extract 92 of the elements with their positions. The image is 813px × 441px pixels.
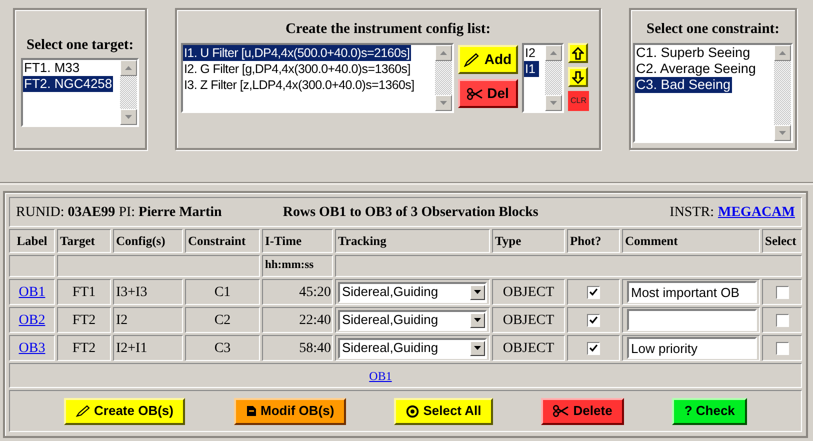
list-option[interactable]: I2. G Filter [g,DP4,4x(300.0+40.0)s=1360s] [183, 61, 412, 77]
list-box[interactable]: I1. U Filter [u,DP4,4x(500.0+40.0)s=2160s] I2. G Filter [g,DP4,4x(300.0+40.0)s=1360s] I3. Z Filter [z,LDP4,4x(300.0+40.0)s=1360s] [181, 43, 454, 113]
delete-button[interactable]: Delete [541, 398, 624, 424]
table-cell: 45:20 [262, 279, 333, 305]
arrow-down-icon [550, 101, 557, 105]
comment-field[interactable] [627, 309, 757, 331]
checkbox[interactable] [776, 342, 788, 354]
pencil-icon [464, 52, 480, 66]
checkbox[interactable] [776, 286, 788, 298]
target-icon [406, 404, 420, 418]
tracking-dropdown[interactable]: Sidereal,Guiding [338, 310, 487, 330]
list-option[interactable]: C1. Superb Seeing [635, 45, 752, 61]
table-cell: FT2 [57, 335, 111, 361]
table-cell: FT1 [57, 279, 111, 305]
arrow-up-icon [440, 51, 447, 55]
scrollbar[interactable] [120, 60, 137, 125]
list-option[interactable]: I1 [524, 61, 540, 77]
table-cell: OBJECT [492, 335, 565, 361]
column-header: Select [762, 229, 802, 253]
checkbox[interactable] [776, 314, 788, 326]
move-down-button[interactable] [568, 67, 588, 87]
panel-title: Select one target: [26, 36, 134, 54]
list-option[interactable]: FT1. M33 [23, 60, 81, 76]
column-header: Comment [622, 229, 760, 253]
column-header: Label [9, 229, 55, 253]
column-header: Constraint [185, 229, 260, 253]
list-option[interactable]: I2 [524, 45, 540, 61]
delete-button[interactable]: Del [458, 79, 518, 108]
arrow-up-icon [550, 51, 557, 55]
column-header: Config(s) [113, 229, 183, 253]
select-all-button[interactable]: Select All [394, 398, 494, 424]
table-cell: I3+I3 [113, 279, 183, 305]
checkbox[interactable] [587, 286, 600, 298]
comment-field[interactable]: Most important OB [627, 281, 757, 303]
tracking-dropdown[interactable]: Sidereal,Guiding [338, 338, 487, 358]
list-option[interactable]: C2. Average Seeing [635, 61, 757, 77]
scrollbar[interactable] [435, 45, 452, 111]
instrument-label: INSTR: [670, 204, 714, 222]
caret-icon [470, 312, 485, 328]
table-cell: OBJECT [492, 279, 565, 305]
table-cell: I2+I1 [113, 335, 183, 361]
column-header: Phot? [567, 229, 620, 253]
column-header: Target [57, 229, 111, 253]
table-cell: C3 [185, 335, 260, 361]
column-header: I-Time [262, 229, 333, 253]
table-cell: OBJECT [492, 307, 565, 333]
checkbox[interactable] [587, 314, 600, 326]
table-cell: C2 [185, 307, 260, 333]
ob-link[interactable]: OB1 [369, 366, 392, 384]
caret-icon [470, 284, 485, 300]
arrow-down-icon [779, 131, 786, 135]
table-cell: 22:40 [262, 307, 333, 333]
list-option[interactable]: I1. U Filter [u,DP4,4x(500.0+40.0)s=2160s] [183, 45, 411, 61]
pencil-icon [76, 405, 90, 417]
list-option[interactable]: C3. Bad Seeing [635, 77, 732, 93]
panel-title: Create the instrument config list: [285, 20, 491, 38]
clear-button[interactable]: CLR [568, 91, 589, 111]
modify-button[interactable]: Modif OB(s) [234, 398, 346, 424]
comment-field[interactable]: Low priority [627, 337, 757, 359]
arrow-down-icon [125, 115, 132, 119]
instrument-link[interactable]: MEGACAM [718, 202, 795, 222]
table-cell [9, 255, 55, 277]
caret-icon [470, 340, 485, 356]
table-cell: 58:40 [262, 335, 333, 361]
scissors-icon [553, 405, 570, 417]
rows-summary: Rows OB1 to OB3 of 3 Observation Blocks [282, 204, 538, 222]
move-up-button[interactable] [568, 43, 588, 63]
list-box[interactable]: I2 I1 [522, 43, 564, 113]
list-option[interactable]: FT2. NGC4258 [23, 76, 114, 92]
scissors-icon [467, 88, 484, 100]
scrollbar[interactable] [774, 45, 791, 141]
arrow-up-icon [125, 66, 132, 70]
column-header: Tracking [335, 229, 490, 253]
check-button[interactable]: ? Check [672, 398, 747, 424]
checkbox[interactable] [587, 342, 600, 354]
list-box[interactable]: FT1. M33 FT2. NGC4258 [21, 58, 139, 127]
column-header: Type [492, 229, 565, 253]
table-cell: FT2 [57, 307, 111, 333]
arrow-down-icon [440, 101, 447, 105]
list-box[interactable]: C1. Superb Seeing C2. Average Seeing C3. Bad Seeing [633, 43, 793, 143]
add-button[interactable]: Add [458, 45, 518, 74]
table-cell: C1 [185, 279, 260, 305]
table-cell: I2 [113, 307, 183, 333]
run-info: RUNID: 03AE99 PI: Pierre Martin [16, 204, 222, 222]
arrow-up-icon [779, 51, 786, 55]
tracking-dropdown[interactable]: Sidereal,Guiding [338, 282, 487, 302]
panel-title: Select one constraint: [646, 20, 780, 38]
list-option[interactable]: I3. Z Filter [z,LDP4,4x(300.0+40.0)s=1360s] [183, 77, 416, 93]
unit-label: hh:mm:ss [262, 255, 333, 277]
document-icon [246, 405, 257, 417]
create-button[interactable]: Create OB(s) [64, 398, 186, 424]
scrollbar[interactable] [545, 45, 562, 111]
